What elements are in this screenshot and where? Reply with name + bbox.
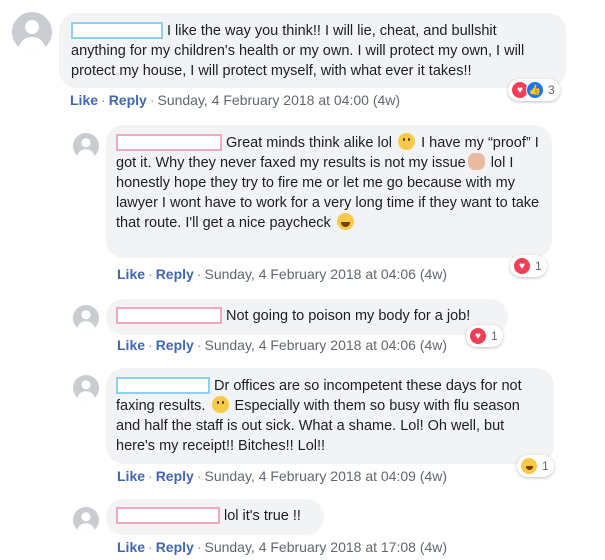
reaction-count: 1 xyxy=(491,329,498,343)
reaction-count: 3 xyxy=(548,83,555,97)
reaction-summary[interactable]: ♥ 1 xyxy=(466,325,503,347)
comment-bubble: Not going to poison my body for a job! xyxy=(106,299,508,335)
avatar[interactable] xyxy=(73,305,99,331)
default-profile-icon xyxy=(77,512,95,533)
comment-bubble: lol it's true !! xyxy=(106,499,324,535)
default-profile-icon xyxy=(77,138,95,159)
separator: · xyxy=(148,266,153,282)
reply-link[interactable]: Reply xyxy=(156,468,194,484)
comment-actions: Like · Reply · Sunday, 4 February 2018 at 04… xyxy=(70,92,400,108)
shrug-emoji-icon xyxy=(467,153,485,170)
thumbs-up-icon: 👍 xyxy=(526,81,544,99)
reply-link[interactable]: Reply xyxy=(156,337,194,353)
avatar[interactable] xyxy=(73,375,99,401)
reaction-summary[interactable]: 1 xyxy=(517,455,554,477)
reply-link[interactable]: Reply xyxy=(109,92,147,108)
timestamp[interactable]: Sunday, 4 February 2018 at 04:00 (4w) xyxy=(157,92,400,108)
smile-emoji-icon xyxy=(211,396,229,413)
separator: · xyxy=(148,468,153,484)
separator: · xyxy=(196,539,202,555)
default-profile-icon xyxy=(77,310,95,331)
separator: · xyxy=(196,337,202,353)
haha-reaction-icon xyxy=(520,457,538,475)
laughing-emoji-icon xyxy=(336,213,354,230)
reply-link[interactable]: Reply xyxy=(156,539,194,555)
reaction-count: 1 xyxy=(542,459,549,473)
like-link[interactable]: Like xyxy=(117,266,145,282)
separator: · xyxy=(196,266,202,282)
timestamp[interactable]: Sunday, 4 February 2018 at 04:09 (4w) xyxy=(204,468,447,484)
comment-text: lol it's true !! xyxy=(224,508,301,524)
comment-actions: Like · Reply · Sunday, 4 February 2018 at 04… xyxy=(117,337,447,353)
comment-actions: Like · Reply · Sunday, 4 February 2018 at 04… xyxy=(117,468,447,484)
reaction-summary[interactable]: ♥ 👍 3 xyxy=(508,79,560,101)
reply-link[interactable]: Reply xyxy=(156,266,194,282)
like-link[interactable]: Like xyxy=(117,539,145,555)
comment-text: Not going to poison my body for a job! xyxy=(226,308,471,324)
comment-bubble: Great minds think alike lol I have my “p… xyxy=(106,125,552,258)
comment-actions: Like · Reply · Sunday, 4 February 2018 at 17… xyxy=(117,539,447,555)
comment-bubble: Dr offices are so incompetent these days… xyxy=(106,368,554,464)
avatar[interactable] xyxy=(12,12,52,52)
like-link[interactable]: Like xyxy=(117,468,145,484)
separator: · xyxy=(148,337,153,353)
redacted-name[interactable] xyxy=(116,134,222,151)
heart-icon: ♥ xyxy=(513,257,531,275)
redacted-name[interactable] xyxy=(116,377,210,394)
default-profile-icon xyxy=(77,380,95,401)
comment-text: Great minds think alike lol xyxy=(226,135,393,151)
redacted-name[interactable] xyxy=(116,507,220,524)
separator: · xyxy=(148,539,153,555)
separator: · xyxy=(196,468,202,484)
heart-icon: ♥ xyxy=(469,327,487,345)
default-profile-icon xyxy=(19,20,45,52)
smile-emoji-icon xyxy=(398,133,416,150)
reaction-count: 1 xyxy=(535,259,542,273)
separator: · xyxy=(101,92,106,108)
like-link[interactable]: Like xyxy=(70,92,98,108)
comment-actions: Like · Reply · Sunday, 4 February 2018 at 04… xyxy=(117,266,447,282)
reaction-summary[interactable]: ♥ 1 xyxy=(510,255,547,277)
timestamp[interactable]: Sunday, 4 February 2018 at 04:06 (4w) xyxy=(204,337,447,353)
timestamp[interactable]: Sunday, 4 February 2018 at 04:06 (4w) xyxy=(204,266,447,282)
avatar[interactable] xyxy=(73,133,99,159)
like-link[interactable]: Like xyxy=(117,337,145,353)
avatar[interactable] xyxy=(73,507,99,533)
timestamp[interactable]: Sunday, 4 February 2018 at 17:08 (4w) xyxy=(204,539,447,555)
redacted-name[interactable] xyxy=(116,307,222,324)
separator: · xyxy=(149,92,155,108)
comment-bubble: I like the way you think!! I will lie, c… xyxy=(59,13,566,88)
redacted-name[interactable] xyxy=(71,22,163,39)
